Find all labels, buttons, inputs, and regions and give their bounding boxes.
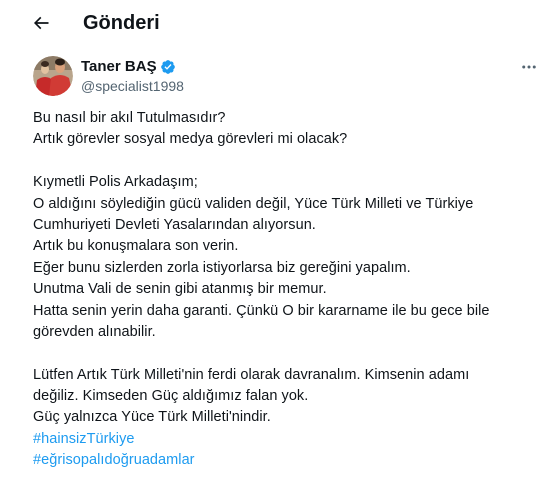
tweet-line: Bu nasıl bir akıl Tutulmasıdır? xyxy=(33,110,226,126)
tweet-detail-page: Gönderi Taner BAŞ @specialist1998 Bu nas… xyxy=(0,0,548,478)
author-name[interactable]: Taner BAŞ xyxy=(81,58,157,76)
tweet-line: Kıymetli Polis Arkadaşım; xyxy=(33,174,198,191)
avatar-photo xyxy=(33,56,73,96)
author-name-row: Taner BAŞ xyxy=(81,58,176,76)
tweet-line: Hatta senin yerin daha garanti. Çünkü O … xyxy=(33,302,490,319)
tweet-line: Cumhuriyeti Devleti Yasalarından alıyors… xyxy=(33,216,316,233)
avatar[interactable] xyxy=(33,56,73,96)
tweet-line: Unutma Vali de senin gibi atanmış bir me… xyxy=(33,281,327,298)
more-options-button[interactable] xyxy=(516,56,542,78)
hashtag-link[interactable]: #eğrisopalıdoğruadamlar xyxy=(33,450,538,471)
verified-badge-icon xyxy=(160,60,175,74)
back-button[interactable] xyxy=(24,8,58,38)
tweet-line: O aldığını söylediğin gücü validen değil… xyxy=(33,195,474,212)
tweet-text: Bu nasıl bir akıl Tutulmasıdır? Artık gö… xyxy=(33,108,538,472)
more-horizontal-icon xyxy=(522,65,536,69)
hashtag-link[interactable]: #hainsizTürkiye xyxy=(33,429,538,450)
tweet-line: değiliz. Kimseden Güç aldığımız falan yo… xyxy=(33,388,309,405)
tweet-line: Artık görevler sosyal medya görevleri mi… xyxy=(33,131,348,148)
top-bar: Gönderi xyxy=(0,0,548,46)
page-title: Gönderi xyxy=(83,12,160,34)
author-handle[interactable]: @specialist1998 xyxy=(81,77,184,95)
tweet-line: Eğer bunu sizlerden zorla istiyorlarsa b… xyxy=(33,259,411,276)
tweet-line: Lütfen Artık Türk Milleti'nin ferdi olar… xyxy=(33,366,470,383)
tweet-line: Güç yalnızca Yüce Türk Milleti'nindir. xyxy=(33,409,271,426)
arrow-left-icon xyxy=(33,16,49,30)
tweet-author-header: Taner BAŞ @specialist1998 xyxy=(33,56,548,96)
tweet-line: Artık bu konuşmalara son verin. xyxy=(33,238,239,255)
tweet-line: görevden alınabilir. xyxy=(33,323,156,340)
